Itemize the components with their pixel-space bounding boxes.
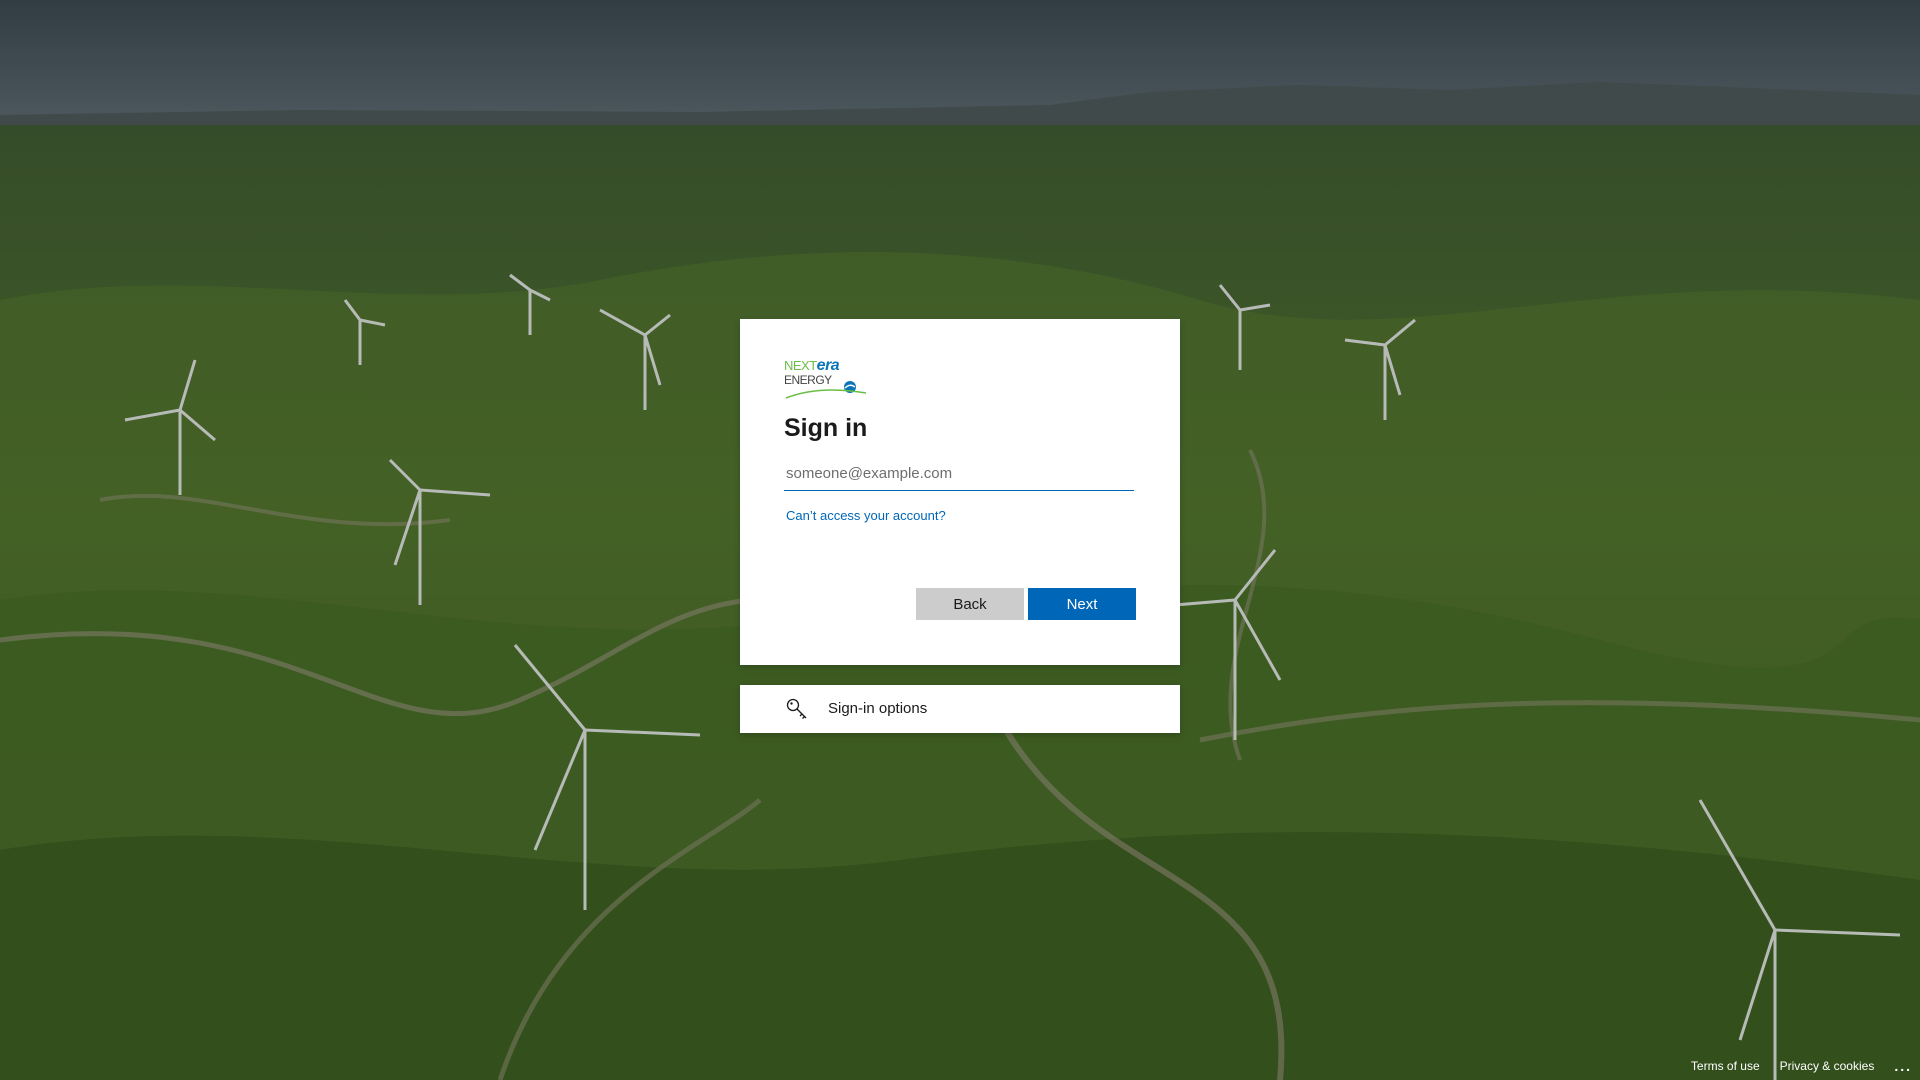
privacy-cookies-link[interactable]: Privacy & cookies <box>1780 1059 1875 1073</box>
next-button[interactable]: Next <box>1028 588 1136 620</box>
terms-of-use-link[interactable]: Terms of use <box>1691 1059 1760 1073</box>
logo-era-text: era <box>816 357 840 374</box>
cant-access-account-link[interactable]: Can’t access your account? <box>786 508 946 523</box>
email-field[interactable] <box>784 457 1134 491</box>
footer: Terms of use Privacy & cookies ... <box>1671 1052 1920 1080</box>
back-button[interactable]: Back <box>916 588 1024 620</box>
signin-card: NEXTera ENERGY Sign in Can’t access your… <box>740 319 1180 665</box>
key-icon <box>786 698 807 719</box>
logo-swoosh-icon <box>785 381 867 399</box>
signin-options-label: Sign-in options <box>828 700 928 717</box>
signin-options-button[interactable]: Sign-in options <box>740 685 1180 733</box>
page-title: Sign in <box>784 414 868 442</box>
nextera-energy-logo: NEXTera ENERGY <box>784 357 868 399</box>
logo-next-text: NEXT <box>784 358 817 373</box>
more-options-button[interactable]: ... <box>1894 1058 1912 1074</box>
